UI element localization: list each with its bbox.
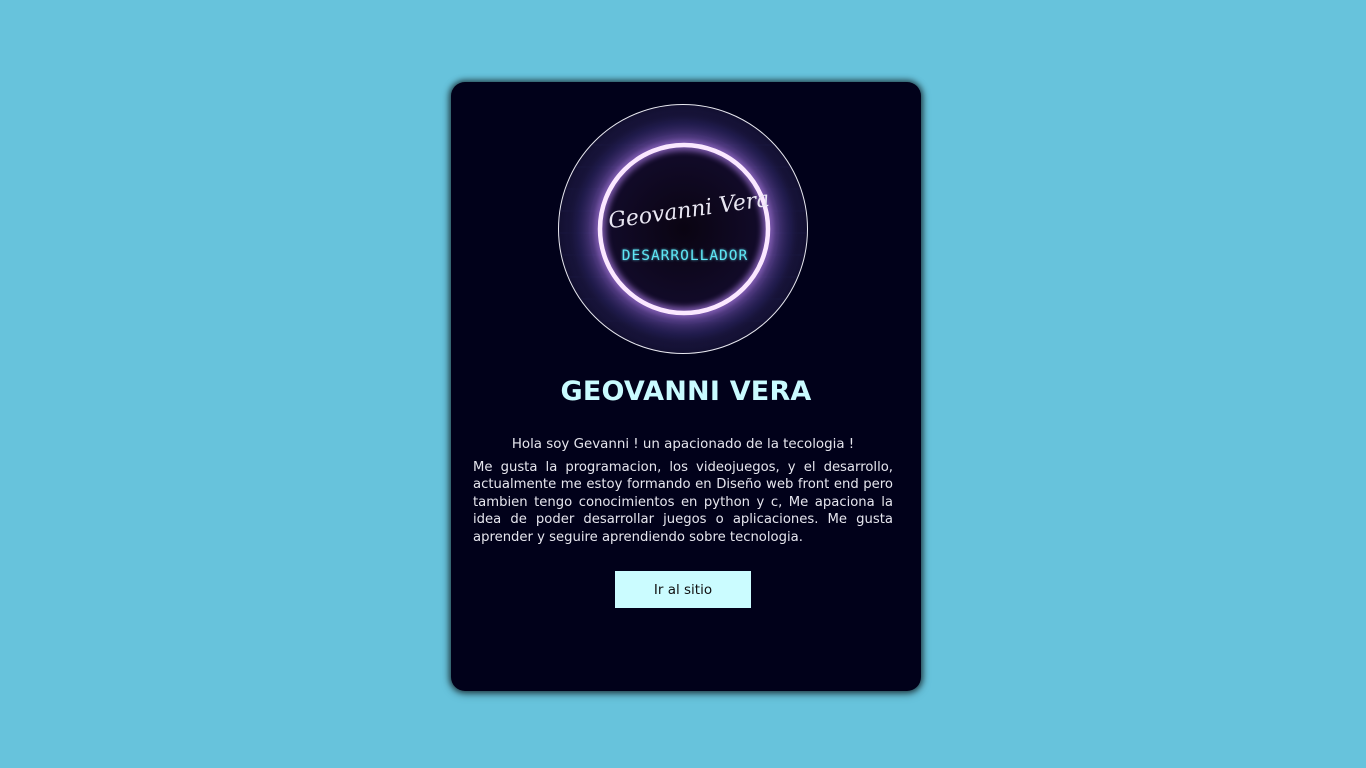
avatar: Geovanni Vera DESARROLLADOR DESARROLLADO… — [558, 104, 808, 354]
profile-description: Me gusta la programacion, los videojuego… — [473, 460, 893, 545]
profile-card: Geovanni Vera DESARROLLADOR DESARROLLADO… — [451, 82, 921, 691]
avatar-role: DESARROLLADOR — [622, 248, 749, 264]
profile-name: GEOVANNI VERA — [560, 376, 812, 407]
profile-intro: Hola soy Gevanni ! un apacionado de la t… — [511, 437, 855, 452]
neon-logo-image: Geovanni Vera DESARROLLADOR DESARROLLADO… — [559, 111, 807, 347]
go-to-site-button[interactable]: Ir al sitio — [615, 571, 751, 608]
